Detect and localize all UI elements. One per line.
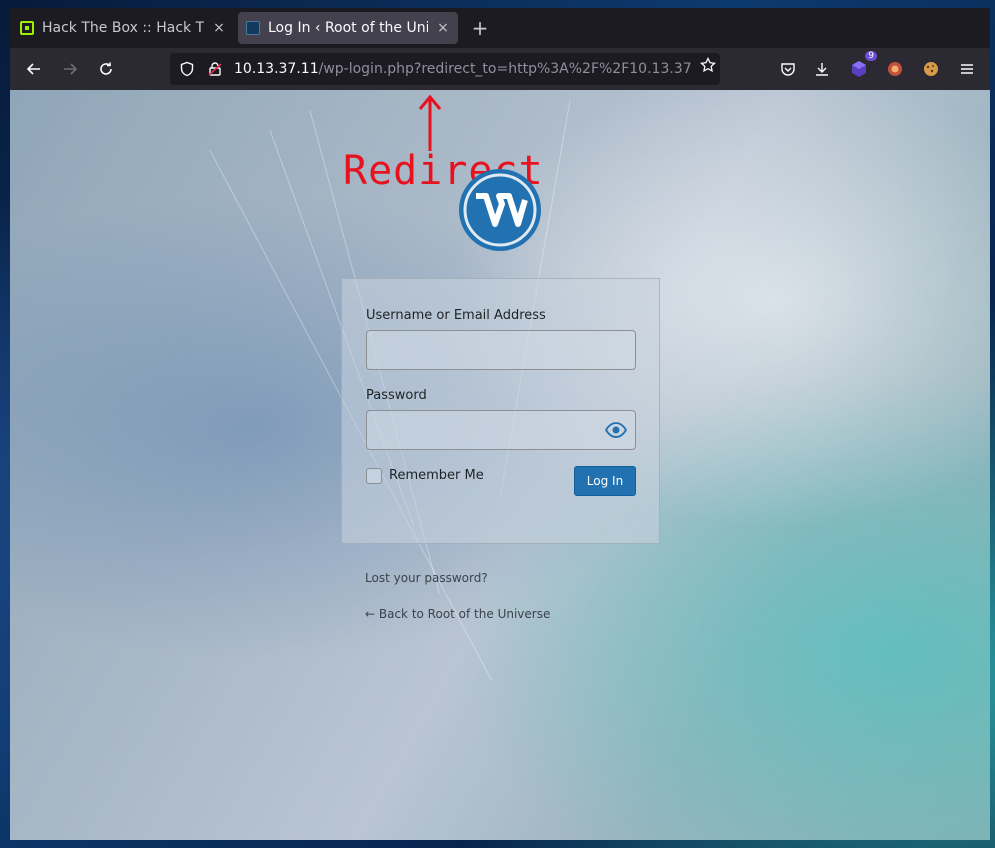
- url-bar[interactable]: 10.13.37.11/wp-login.php?redirect_to=htt…: [170, 53, 720, 85]
- extension-button[interactable]: 9: [847, 51, 877, 81]
- remember-me-checkbox[interactable]: [366, 468, 382, 484]
- username-label: Username or Email Address: [366, 308, 546, 323]
- lost-password-link[interactable]: Lost your password?: [365, 571, 488, 585]
- new-tab-button[interactable]: +: [468, 16, 492, 40]
- reload-icon: [100, 62, 112, 75]
- download-icon: [816, 63, 828, 76]
- url-host: 10.13.37.11: [234, 61, 319, 77]
- tab-title: Hack The Box :: Hack The: [42, 20, 204, 36]
- star-icon: [700, 56, 716, 73]
- login-form: Username or Email Address Password Remem…: [341, 278, 660, 544]
- pocket-icon: [781, 63, 795, 76]
- navigation-toolbar: 10.13.37.11/wp-login.php?redirect_to=htt…: [10, 48, 990, 90]
- extension-badge: 9: [865, 51, 877, 61]
- reload-button[interactable]: [94, 57, 118, 81]
- show-password-eye-icon[interactable]: [605, 421, 627, 439]
- tab-wp-login[interactable]: Log In ‹ Root of the Unive ×: [238, 12, 458, 44]
- hackthebox-cube-icon: [20, 21, 34, 35]
- forward-button[interactable]: [58, 57, 82, 81]
- extension-button-2[interactable]: [883, 57, 907, 81]
- username-input[interactable]: [366, 330, 636, 370]
- app-menu-button[interactable]: [955, 57, 979, 81]
- insecure-lock-icon[interactable]: [206, 60, 224, 78]
- tab-hackthebox[interactable]: Hack The Box :: Hack The ×: [12, 12, 234, 44]
- url-path: /wp-login.php?redirect_to=http%3A%2F%2F1…: [318, 61, 692, 77]
- cookie-extension-button[interactable]: [919, 57, 943, 81]
- password-label: Password: [366, 388, 427, 403]
- cookie-icon: [924, 62, 938, 76]
- extension-round-icon: [888, 62, 902, 76]
- annotation-arrow-icon: [418, 94, 442, 151]
- tab-strip: Hack The Box :: Hack The × Log In ‹ Root…: [10, 8, 990, 48]
- back-button[interactable]: [22, 57, 46, 81]
- password-input[interactable]: [366, 410, 636, 450]
- remember-me-label[interactable]: Remember Me: [389, 468, 484, 483]
- wordpress-logo-icon[interactable]: [458, 168, 542, 252]
- shield-icon[interactable]: [178, 60, 196, 78]
- close-tab-icon[interactable]: ×: [212, 20, 226, 36]
- pocket-button[interactable]: [776, 57, 800, 81]
- url-text: 10.13.37.11/wp-login.php?redirect_to=htt…: [234, 61, 692, 77]
- site-favicon-icon: [246, 21, 260, 35]
- downloads-button[interactable]: [810, 57, 834, 81]
- arrow-right-icon: [64, 63, 78, 75]
- back-to-site-link[interactable]: ← Back to Root of the Universe: [365, 607, 550, 621]
- arrow-left-icon: [26, 63, 40, 75]
- hamburger-menu-icon: [961, 64, 973, 74]
- login-button[interactable]: Log In: [574, 466, 636, 496]
- close-tab-icon[interactable]: ×: [436, 20, 450, 36]
- tab-title: Log In ‹ Root of the Unive: [268, 20, 428, 36]
- page-viewport: Redirect Username or Email Address Passw…: [10, 90, 990, 840]
- extension-cube-icon: [852, 61, 866, 77]
- bookmark-star-button[interactable]: [696, 53, 720, 77]
